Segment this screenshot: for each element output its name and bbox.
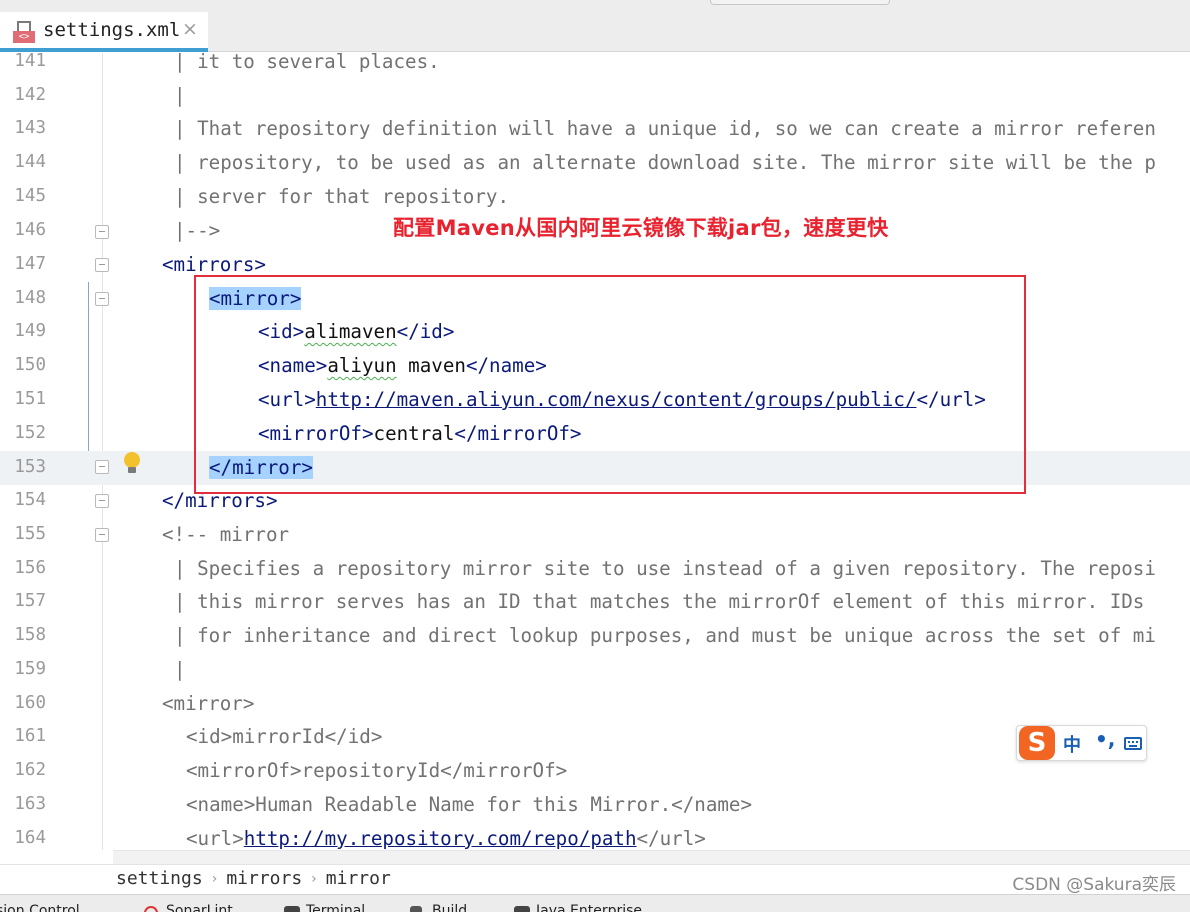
annotation-text: 配置Maven从国内阿里云镜像下载jar包，速度更快 [393, 216, 889, 240]
keyboard-icon[interactable] [1124, 737, 1142, 750]
tool-terminal[interactable]: Terminal [306, 903, 365, 912]
fold-toggle-icon[interactable] [95, 258, 109, 272]
hammer-icon [410, 906, 422, 912]
watermark: CSDN @Sakura奕辰 [1012, 875, 1176, 895]
code-line: 156 | Specifies a repository mirror site… [14, 557, 1156, 580]
example-url-link[interactable]: http://my.repository.com/repo/path [244, 827, 637, 850]
sonarlint-icon [144, 906, 158, 912]
horizontal-scrollbar[interactable] [113, 850, 1190, 864]
fold-toggle-icon[interactable] [95, 292, 109, 306]
tab-settings-xml[interactable]: <> settings.xml × [0, 12, 208, 52]
tab-label: settings.xml [43, 19, 181, 41]
code-line: 160 <mirror> [14, 692, 255, 715]
fold-toggle-icon[interactable] [95, 225, 109, 239]
code-line: 164 <url>http://my.repository.com/repo/p… [14, 827, 706, 850]
fold-toggle-icon[interactable] [95, 460, 109, 474]
chevron-right-icon: › [311, 870, 317, 887]
code-line: 162 <mirrorOf>repositoryId</mirrorOf> [14, 759, 568, 782]
terminal-icon [284, 906, 300, 912]
ime-punctuation-toggle[interactable]: •, [1095, 727, 1115, 751]
breadcrumb-item-mirror[interactable]: mirror [326, 868, 391, 889]
code-line: 144 | repository, to be used as an alter… [14, 151, 1156, 174]
code-line: 145 | server for that repository. [14, 185, 510, 208]
xml-file-icon: <> [13, 21, 35, 43]
sogou-logo-icon: S [1019, 726, 1055, 760]
code-line: 141 | it to several places. [14, 53, 440, 73]
code-line: 158 | for inheritance and direct lookup … [14, 624, 1156, 647]
code-line: 142 | [14, 84, 186, 107]
code-line: 155 <!-- mirror [14, 523, 290, 546]
code-line: 159 | [14, 658, 186, 681]
close-icon[interactable]: × [182, 18, 198, 40]
toolbar-edge [710, 0, 890, 5]
highlight-box [194, 275, 1026, 494]
code-line: 163 <name>Human Readable Name for this M… [14, 793, 753, 816]
breadcrumb-item-settings[interactable]: settings [116, 868, 203, 889]
editor-tab-bar: <> settings.xml × [0, 0, 1190, 52]
ime-toolbar[interactable]: S 中 •, [1016, 725, 1147, 761]
chevron-right-icon: › [211, 870, 218, 887]
code-line: 143 | That repository definition will ha… [14, 117, 1156, 140]
fold-toggle-icon[interactable] [95, 528, 109, 542]
tool-version-control[interactable]: sion Control [0, 903, 80, 912]
breadcrumb: settings › mirrors › mirror CSDN @Sakura… [0, 864, 1190, 895]
lightbulb-icon[interactable] [124, 452, 140, 474]
tool-java-enterprise[interactable]: Java Enterprise [536, 903, 642, 912]
code-editor[interactable]: 141 | it to several places. 142 | 143 | … [0, 53, 1190, 850]
tool-sonarlint[interactable]: SonarLint [166, 903, 233, 912]
ime-mode-toggle[interactable]: 中 [1063, 731, 1081, 757]
tool-build[interactable]: Build [432, 903, 467, 912]
breadcrumb-item-mirrors[interactable]: mirrors [226, 868, 302, 889]
code-line: 157 | this mirror serves has an ID that … [14, 590, 1156, 613]
java-enterprise-icon [514, 906, 530, 912]
code-line: 161 <id>mirrorId</id> [14, 725, 383, 748]
tool-window-bar: sion Control SonarLint Terminal Build Ja… [0, 894, 1190, 912]
fold-toggle-icon[interactable] [95, 494, 109, 508]
